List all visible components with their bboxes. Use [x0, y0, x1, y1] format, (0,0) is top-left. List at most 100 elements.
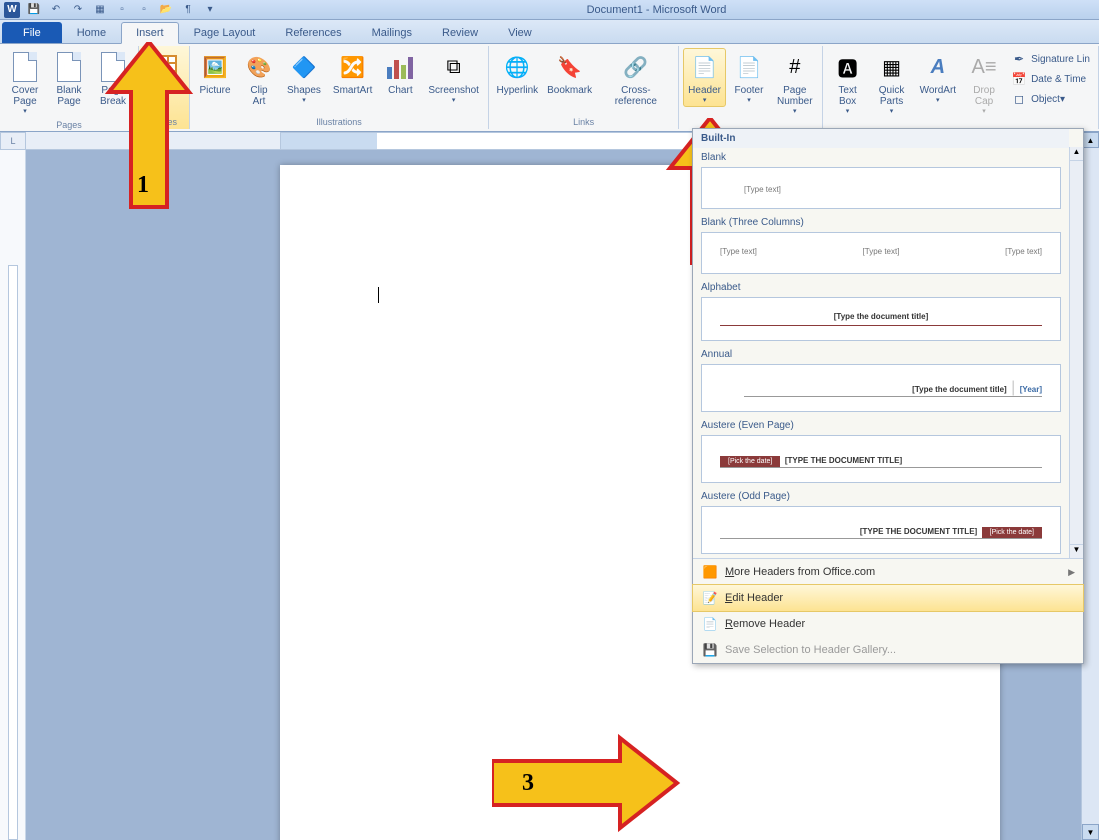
cover-page-icon — [9, 51, 41, 83]
shapes-button[interactable]: 🔷Shapes▾ — [282, 48, 326, 107]
chart-button[interactable]: Chart — [379, 48, 421, 99]
tab-references[interactable]: References — [270, 22, 356, 43]
tab-insert[interactable]: Insert — [121, 22, 179, 44]
edit-header-icon: 📝 — [701, 590, 719, 606]
gallery-item-alphabet[interactable]: Alphabet [Type the document title] — [693, 278, 1069, 345]
paragraph-marks-icon[interactable]: ¶ — [180, 2, 196, 18]
bookmark-button[interactable]: 🔖Bookmark — [544, 48, 596, 99]
smartart-button[interactable]: 🔀SmartArt — [328, 48, 377, 99]
ribbon-tabs: File Home Insert Page Layout References … — [0, 20, 1099, 44]
qat-icon[interactable]: ▦ — [92, 2, 108, 18]
group-text: 🅰TextBox▾ ▦QuickParts▾ AWordArt▾ A≡DropC… — [823, 46, 1099, 129]
save-gallery-icon: 💾 — [701, 642, 719, 658]
scroll-up-icon[interactable]: ▲ — [1070, 147, 1083, 161]
group-illustrations: 🖼️Picture 🎨ClipArt 🔷Shapes▾ 🔀SmartArt Ch… — [190, 46, 489, 129]
tab-file[interactable]: File — [2, 22, 62, 43]
gallery-item-blank-three[interactable]: Blank (Three Columns) [Type text] [Type … — [693, 213, 1069, 278]
text-box-icon: 🅰 — [832, 51, 864, 83]
gallery-item-label: Blank (Three Columns) — [701, 217, 1061, 228]
cover-page-button[interactable]: CoverPage▾ — [4, 48, 46, 118]
remove-header-icon: 📄 — [701, 616, 719, 632]
date-time-icon: 📅 — [1011, 71, 1027, 87]
group-label: Illustrations — [194, 115, 484, 129]
save-to-gallery-button: 💾 Save Selection to Header Gallery... — [693, 637, 1083, 663]
bookmark-icon: 🔖 — [554, 51, 586, 83]
wordart-button[interactable]: AWordArt▾ — [915, 48, 962, 107]
text-box-button[interactable]: 🅰TextBox▾ — [827, 48, 869, 118]
page-number-button[interactable]: #PageNumber▾ — [772, 48, 818, 118]
edit-header-button[interactable]: 📝 Edit Header — [692, 584, 1084, 612]
object-button[interactable]: ◻Object ▾ — [1007, 90, 1094, 108]
save-icon[interactable]: 💾 — [26, 2, 42, 18]
qat-icon[interactable]: ▫ — [136, 2, 152, 18]
gallery-item-austere-odd[interactable]: Austere (Odd Page) [TYPE THE DOCUMENT TI… — [693, 487, 1069, 558]
scroll-down-button[interactable]: ▼ — [1082, 824, 1099, 840]
quick-access-toolbar: 💾 ↶ ↷ ▦ ▫ ▫ 📂 ¶ ▾ — [26, 2, 218, 18]
group-links: 🌐Hyperlink 🔖Bookmark 🔗Cross-reference Li… — [489, 46, 679, 129]
group-label: Links — [493, 115, 674, 129]
screenshot-icon: ⧉ — [438, 51, 470, 83]
tab-page-layout[interactable]: Page Layout — [179, 22, 271, 43]
group-header-footer: 📄Header▾ 📄Footer▾ #PageNumber▾ — [679, 46, 822, 129]
gallery-scrollbar[interactable]: ▲ ▼ — [1069, 147, 1083, 558]
remove-header-button[interactable]: 📄 Remove Header — [693, 611, 1083, 637]
drop-cap-icon: A≡ — [968, 51, 1000, 83]
hyperlink-button[interactable]: 🌐Hyperlink — [493, 48, 542, 99]
tab-home[interactable]: Home — [62, 22, 121, 43]
picture-button[interactable]: 🖼️Picture — [194, 48, 236, 99]
page-number-icon: # — [779, 51, 811, 83]
qat-customize-icon[interactable]: ▾ — [202, 2, 218, 18]
wordart-icon: A — [922, 51, 954, 83]
open-icon[interactable]: 📂 — [158, 2, 174, 18]
vertical-ruler[interactable] — [0, 150, 26, 840]
new-doc-icon[interactable]: ▫ — [114, 2, 130, 18]
window-title: Document1 - Microsoft Word — [218, 4, 1095, 16]
signature-line-button[interactable]: ✒Signature Lin — [1007, 50, 1094, 68]
blank-page-icon — [53, 51, 85, 83]
gallery-item-label: Austere (Even Page) — [701, 420, 1061, 431]
gallery-item-austere-even[interactable]: Austere (Even Page) [Pick the date] [TYP… — [693, 416, 1069, 487]
gallery-item-label: Blank — [701, 152, 1061, 163]
gallery-item-blank[interactable]: Blank [Type text] — [693, 148, 1069, 213]
header-gallery-dropdown: Built-In Blank [Type text] Blank (Three … — [692, 128, 1084, 664]
date-time-button[interactable]: 📅Date & Time — [1007, 70, 1094, 88]
annotation-arrow-3 — [492, 733, 682, 833]
cross-reference-button[interactable]: 🔗Cross-reference — [598, 48, 675, 110]
title-bar: W 💾 ↶ ↷ ▦ ▫ ▫ 📂 ¶ ▾ Document1 - Microsof… — [0, 0, 1099, 20]
gallery-item-label: Annual — [701, 349, 1061, 360]
gallery-item-label: Alphabet — [701, 282, 1061, 293]
more-headers-button[interactable]: 🟧 More Headers from Office.com ▶ — [693, 559, 1083, 585]
smartart-icon: 🔀 — [337, 51, 369, 83]
undo-icon[interactable]: ↶ — [48, 2, 64, 18]
cross-ref-icon: 🔗 — [620, 51, 652, 83]
scroll-down-icon[interactable]: ▼ — [1070, 544, 1083, 558]
clip-art-icon: 🎨 — [243, 51, 275, 83]
hyperlink-icon: 🌐 — [501, 51, 533, 83]
ruler-corner[interactable]: L — [0, 132, 26, 150]
picture-icon: 🖼️ — [199, 51, 231, 83]
screenshot-button[interactable]: ⧉Screenshot▾ — [423, 48, 484, 107]
header-icon: 📄 — [689, 51, 721, 83]
quick-parts-button[interactable]: ▦QuickParts▾ — [871, 48, 913, 118]
office-icon: 🟧 — [701, 564, 719, 580]
footer-icon: 📄 — [733, 51, 765, 83]
shapes-icon: 🔷 — [288, 51, 320, 83]
header-button[interactable]: 📄Header▾ — [683, 48, 726, 107]
tab-review[interactable]: Review — [427, 22, 493, 43]
gallery-item-annual[interactable]: Annual [Type the document title] | [Year… — [693, 345, 1069, 416]
redo-icon[interactable]: ↷ — [70, 2, 86, 18]
object-icon: ◻ — [1011, 91, 1027, 107]
drop-cap-button[interactable]: A≡DropCap▾ — [963, 48, 1005, 118]
gallery-item-label: Austere (Odd Page) — [701, 491, 1061, 502]
clip-art-button[interactable]: 🎨ClipArt — [238, 48, 280, 110]
tab-mailings[interactable]: Mailings — [357, 22, 427, 43]
annotation-number-3: 3 — [522, 770, 534, 797]
gallery-footer: 🟧 More Headers from Office.com ▶ 📝 Edit … — [693, 558, 1083, 663]
scroll-up-button[interactable]: ▲ — [1082, 132, 1099, 148]
chart-icon — [384, 51, 416, 83]
tab-view[interactable]: View — [493, 22, 547, 43]
footer-button[interactable]: 📄Footer▾ — [728, 48, 770, 107]
blank-page-button[interactable]: BlankPage — [48, 48, 90, 110]
annotation-arrow-1 — [104, 42, 194, 212]
annotation-number-1: 1 — [137, 172, 149, 199]
